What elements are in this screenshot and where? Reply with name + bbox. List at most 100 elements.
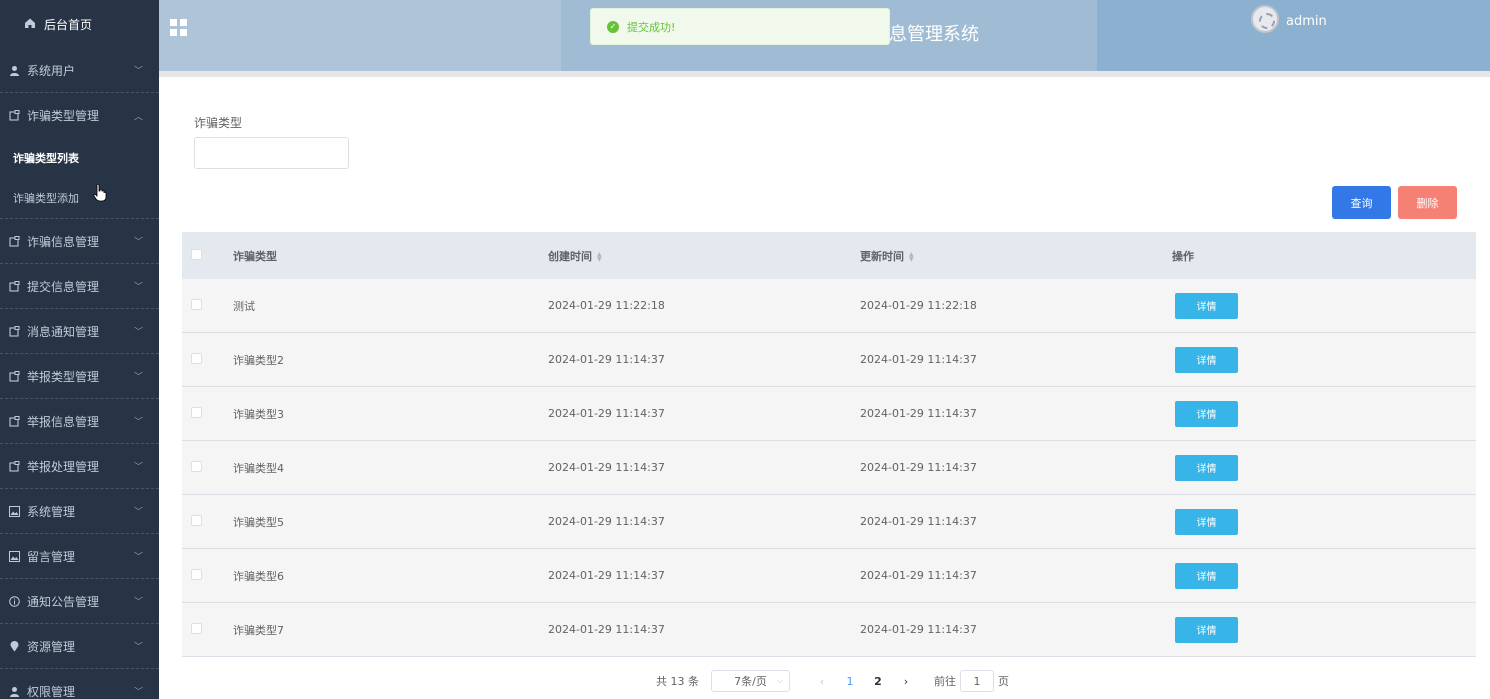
detail-button[interactable]: 详情 [1175, 346, 1238, 373]
hand-cursor-icon [93, 183, 107, 206]
location-icon [8, 640, 20, 652]
detail-button[interactable]: 详情 [1175, 616, 1238, 643]
cell-updated: 2024-01-29 11:14:37 [860, 515, 977, 528]
table-header: 诈骗类型 创建时间 ▲ ▼ 更新时间 ▲ ▼ 操作 [182, 232, 1476, 279]
sidebar-item[interactable]: 提交信息管理 ﹀ [0, 264, 159, 309]
main-content: 诈骗类型 查询 删除 诈骗类型 创建时间 ▲ ▼ 更新时间 ▲ ▼ 操作 测试 2024-… [166, 77, 1490, 699]
sidebar-subitem[interactable]: 诈骗类型添加 [0, 178, 159, 218]
cell-type: 诈骗类型7 [233, 623, 284, 637]
picture-icon [8, 550, 20, 562]
home-icon [24, 17, 36, 32]
chevron-down-icon: ﹀ [133, 597, 143, 608]
user-icon [8, 685, 20, 697]
picture-icon [8, 505, 20, 517]
column-header-created[interactable]: 创建时间 ▲ ▼ [548, 248, 860, 264]
success-toast: ✓ 提交成功! [590, 8, 890, 45]
column-header-updated[interactable]: 更新时间 ▲ ▼ [860, 248, 1172, 264]
sidebar-item[interactable]: 诈骗类型管理 ︿ [0, 93, 159, 138]
total-count: 共 13 条 [656, 675, 699, 688]
cell-type: 诈骗类型4 [233, 461, 284, 475]
page-1[interactable]: 1 [836, 675, 864, 688]
row-checkbox[interactable] [191, 568, 202, 580]
sidebar-subitem[interactable]: 诈骗类型列表 [0, 138, 159, 178]
row-checkbox[interactable] [191, 460, 202, 472]
sidebar-item[interactable]: 举报处理管理 ﹀ [0, 444, 159, 489]
chevron-down-icon: ﹀ [133, 66, 143, 77]
goto-page-input[interactable]: 1 [960, 670, 994, 692]
avatar[interactable] [1251, 5, 1279, 33]
table-row: 诈骗类型5 2024-01-29 11:14:37 2024-01-29 11:14… [182, 495, 1476, 549]
row-checkbox[interactable] [191, 406, 202, 418]
cell-created: 2024-01-29 11:14:37 [548, 623, 665, 636]
check-circle-icon: ✓ [607, 20, 619, 33]
sidebar-item[interactable]: 举报信息管理 ﹀ [0, 399, 159, 444]
row-checkbox[interactable] [191, 298, 202, 310]
sidebar-home[interactable]: 后台首页 [0, 0, 159, 48]
cell-created: 2024-01-29 11:14:37 [548, 515, 665, 528]
sidebar-item[interactable]: 消息通知管理 ﹀ [0, 309, 159, 354]
detail-button[interactable]: 详情 [1175, 400, 1238, 427]
prev-page-button[interactable]: ‹ [808, 675, 836, 688]
sidebar-item[interactable]: 权限管理 ﹀ [0, 669, 159, 699]
column-header-ops: 操作 [1172, 249, 1194, 263]
doc-icon [8, 415, 20, 427]
table-row: 诈骗类型7 2024-01-29 11:14:37 2024-01-29 11:14… [182, 603, 1476, 657]
search-button[interactable]: 查询 [1332, 186, 1391, 219]
row-checkbox[interactable] [191, 622, 202, 634]
fraud-type-input[interactable] [194, 137, 349, 169]
detail-button[interactable]: 详情 [1175, 562, 1238, 589]
sidebar: 后台首页 系统用户 ﹀ 诈骗类型管理 ︿ 诈骗类型列表 诈骗类型添加 诈骗信息管理 ﹀ 提交信息… [0, 0, 159, 699]
page-2[interactable]: 2 [864, 675, 892, 688]
chevron-down-icon: ﹀ [133, 687, 143, 698]
sidebar-item[interactable]: 留言管理 ﹀ [0, 534, 159, 579]
detail-button[interactable]: 详情 [1175, 454, 1238, 481]
sidebar-item-label: 系统用户 [27, 63, 76, 78]
delete-button[interactable]: 删除 [1398, 186, 1457, 219]
sidebar-item[interactable]: 系统管理 ﹀ [0, 489, 159, 534]
sidebar-item[interactable]: 举报类型管理 ﹀ [0, 354, 159, 399]
cell-created: 2024-01-29 11:22:18 [548, 299, 665, 312]
cell-created: 2024-01-29 11:14:37 [548, 569, 665, 582]
sort-icon[interactable]: ▲ ▼ [597, 251, 602, 262]
goto-suffix: 页 [998, 675, 1009, 688]
sidebar-item-label: 诈骗信息管理 [27, 234, 100, 249]
row-checkbox[interactable] [191, 352, 202, 364]
row-checkbox[interactable] [191, 514, 202, 526]
info-icon [8, 595, 20, 607]
menu-toggle-icon[interactable] [170, 19, 187, 36]
sidebar-item-label: 系统管理 [27, 504, 76, 519]
system-title: 息管理系统 [889, 24, 979, 45]
sidebar-item[interactable]: 通知公告管理 ﹀ [0, 579, 159, 624]
sidebar-item[interactable]: 系统用户 ﹀ [0, 48, 159, 93]
cell-created: 2024-01-29 11:14:37 [548, 461, 665, 474]
cell-updated: 2024-01-29 11:14:37 [860, 461, 977, 474]
sidebar-item[interactable]: 诈骗信息管理 ﹀ [0, 219, 159, 264]
chevron-down-icon: ﹀ [133, 552, 143, 563]
cell-created: 2024-01-29 11:14:37 [548, 407, 665, 420]
page-size-select[interactable]: 7条/页 ⌵ [711, 670, 790, 692]
goto-label: 前往 [934, 675, 956, 688]
cell-updated: 2024-01-29 11:14:37 [860, 569, 977, 582]
data-table: 诈骗类型 创建时间 ▲ ▼ 更新时间 ▲ ▼ 操作 测试 2024-01-29 11:22… [182, 232, 1476, 657]
table-row: 诈骗类型6 2024-01-29 11:14:37 2024-01-29 11:14… [182, 549, 1476, 603]
detail-button[interactable]: 详情 [1175, 292, 1238, 319]
sidebar-item-label: 举报类型管理 [27, 369, 100, 384]
cell-updated: 2024-01-29 11:14:37 [860, 353, 977, 366]
username[interactable]: admin [1286, 14, 1327, 29]
cell-type: 诈骗类型2 [233, 353, 284, 367]
select-all-checkbox[interactable] [191, 248, 202, 260]
cell-type: 诈骗类型3 [233, 407, 284, 421]
doc-icon [8, 325, 20, 337]
doc-icon [8, 370, 20, 382]
sort-icon[interactable]: ▲ ▼ [909, 251, 914, 262]
detail-button[interactable]: 详情 [1175, 508, 1238, 535]
cell-type: 诈骗类型5 [233, 515, 284, 529]
doc-icon [8, 110, 20, 122]
table-row: 诈骗类型4 2024-01-29 11:14:37 2024-01-29 11:14… [182, 441, 1476, 495]
next-page-button[interactable]: › [892, 675, 920, 688]
sidebar-item-label: 留言管理 [27, 549, 76, 564]
pagination: 共 13 条 7条/页 ⌵ ‹ 1 2 › 前往 1 页 [656, 669, 1009, 693]
sidebar-item[interactable]: 资源管理 ﹀ [0, 624, 159, 669]
cell-created: 2024-01-29 11:14:37 [548, 353, 665, 366]
sidebar-item-label: 举报信息管理 [27, 414, 100, 429]
